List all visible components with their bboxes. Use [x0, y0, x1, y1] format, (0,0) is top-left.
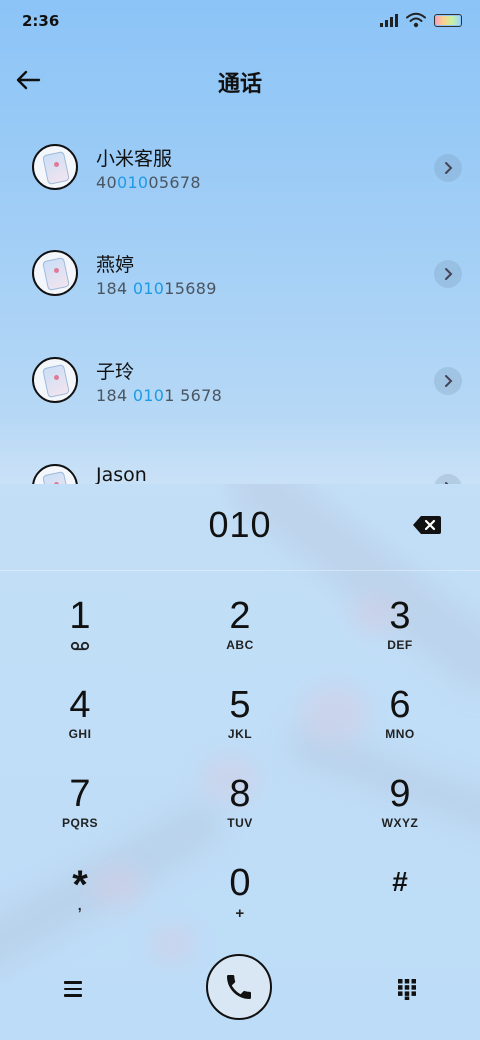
page-title: 通话	[217, 72, 262, 97]
number-match: 010	[132, 279, 165, 298]
key-9[interactable]: 9 WXYZ	[340, 774, 460, 854]
status-bar: 2:36	[0, 0, 480, 44]
details-button[interactable]	[434, 154, 462, 182]
details-button[interactable]	[434, 474, 462, 484]
key-1[interactable]: 1	[20, 596, 140, 676]
number-match: 010	[132, 386, 165, 405]
list-item[interactable]: 子玲 184 0101 5678	[0, 327, 480, 433]
wifi-icon	[406, 12, 426, 28]
chevron-right-icon	[445, 375, 453, 387]
key-0[interactable]: 0 +	[180, 863, 300, 943]
contact-number: 4001005678	[96, 173, 201, 192]
key-8[interactable]: 8 TUV	[180, 774, 300, 854]
signal-icon	[380, 13, 398, 27]
divider	[0, 570, 480, 571]
key-hash[interactable]: #	[340, 863, 460, 943]
contact-name: 燕婷	[96, 254, 135, 276]
phone-icon	[227, 975, 251, 999]
battery-icon	[434, 13, 462, 27]
contact-list[interactable]: 小米客服 4001005678 燕婷 184 01015689 子玲 184 0…	[0, 114, 480, 484]
avatar	[32, 144, 78, 190]
header: 通话	[0, 52, 480, 108]
avatar	[32, 464, 78, 484]
contact-name: 子玲	[96, 361, 135, 383]
key-3[interactable]: 3 DEF	[340, 596, 460, 676]
keypad-icon	[398, 979, 416, 1000]
voicemail-icon	[70, 641, 90, 651]
status-time: 2:36	[22, 12, 60, 30]
avatar	[32, 357, 78, 403]
key-7[interactable]: 7 PQRS	[20, 774, 140, 854]
number-match: 010	[116, 173, 149, 192]
key-star[interactable]: * ,	[20, 863, 140, 943]
details-button[interactable]	[434, 260, 462, 288]
list-item[interactable]: 燕婷 184 01015689	[0, 220, 480, 326]
contact-number: 184 0101 5678	[96, 386, 223, 405]
key-5[interactable]: 5 JKL	[180, 685, 300, 765]
chevron-right-icon	[445, 162, 453, 174]
list-item[interactable]: Jason	[0, 434, 480, 484]
menu-button[interactable]	[56, 972, 90, 1006]
key-4[interactable]: 4 GHI	[20, 685, 140, 765]
bottom-action-bar	[0, 954, 480, 1024]
backspace-icon[interactable]	[412, 514, 442, 536]
dial-input[interactable]: 010	[0, 504, 480, 546]
key-2[interactable]: 2 ABC	[180, 596, 300, 676]
key-6[interactable]: 6 MNO	[340, 685, 460, 765]
avatar	[32, 250, 78, 296]
call-button[interactable]	[206, 954, 272, 1020]
contact-name: 小米客服	[96, 148, 173, 170]
details-button[interactable]	[434, 367, 462, 395]
contact-name: Jason	[96, 464, 147, 484]
status-icons	[380, 12, 462, 28]
list-item[interactable]: 小米客服 4001005678	[0, 114, 480, 220]
chevron-right-icon	[445, 268, 453, 280]
keypad-toggle-button[interactable]	[390, 972, 424, 1006]
contact-number: 184 01015689	[96, 279, 217, 298]
